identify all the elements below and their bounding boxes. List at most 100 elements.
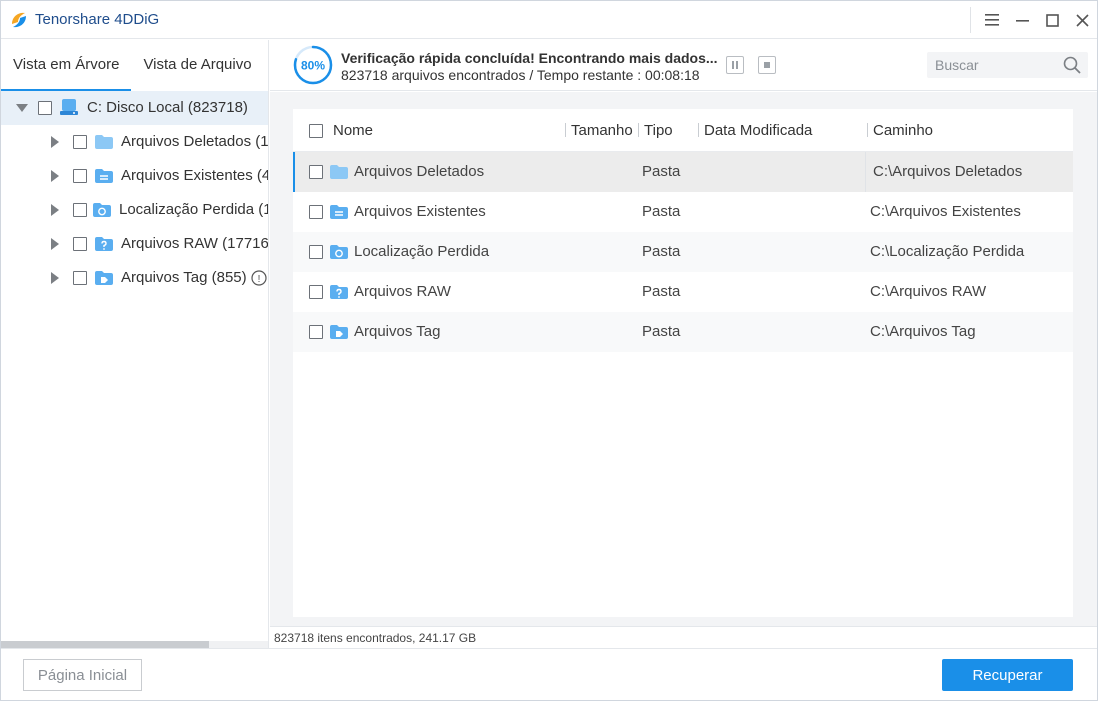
table-row[interactable]: Arquivos Deletados Pasta C:\Arquivos Del…: [293, 152, 1073, 192]
column-path[interactable]: Caminho: [873, 122, 933, 139]
row-name: Arquivos RAW: [354, 283, 451, 300]
footer-bar: Página Inicial Recuperar: [1, 648, 1097, 700]
tree-item-existing[interactable]: Arquivos Existentes (4: [1, 159, 269, 193]
folder-tag-icon: [330, 325, 348, 339]
pause-icon: [732, 61, 738, 69]
tree-root-checkbox[interactable]: [38, 101, 52, 115]
tree-item-tag[interactable]: Arquivos Tag (855) !: [1, 261, 268, 295]
column-divider[interactable]: [698, 123, 699, 137]
recover-button[interactable]: Recuperar: [942, 659, 1073, 691]
folder-lost-icon: [93, 203, 111, 217]
home-page-button[interactable]: Página Inicial: [23, 659, 142, 691]
minimize-icon[interactable]: [1007, 5, 1037, 35]
row-checkbox[interactable]: [309, 285, 323, 299]
expand-arrow-icon[interactable]: [51, 136, 59, 148]
tree-item-checkbox[interactable]: [73, 271, 87, 285]
info-warning-icon[interactable]: !: [251, 270, 267, 286]
drive-icon: [60, 99, 78, 115]
search-input[interactable]: [935, 56, 1055, 74]
table-row[interactable]: Arquivos RAW Pasta C:\Arquivos RAW: [293, 272, 1073, 312]
row-checkbox[interactable]: [309, 245, 323, 259]
tree-item-label: Arquivos Deletados (1: [121, 133, 269, 150]
row-type: Pasta: [642, 243, 681, 260]
table-row[interactable]: Arquivos Existentes Pasta C:\Arquivos Ex…: [293, 192, 1073, 232]
row-path: C:\Arquivos RAW: [870, 283, 987, 300]
expand-arrow-icon[interactable]: [51, 204, 59, 216]
items-found-text: 823718 itens encontrados, 241.17 GB: [274, 631, 477, 645]
row-path: C:\Arquivos Tag: [870, 323, 976, 340]
row-path-cell: C:\Arquivos Existentes: [863, 192, 1073, 232]
row-checkbox[interactable]: [309, 165, 323, 179]
tree-item-label: Arquivos Existentes (4: [121, 167, 269, 184]
folder-existing-icon: [95, 169, 113, 183]
row-type: Pasta: [642, 323, 681, 340]
column-modified[interactable]: Data Modificada: [704, 122, 812, 139]
files-found-count: 823718 arquivos encontrados /: [341, 67, 534, 83]
row-checkbox[interactable]: [309, 325, 323, 339]
expand-arrow-icon[interactable]: [51, 238, 59, 250]
table-row[interactable]: Arquivos Tag Pasta C:\Arquivos Tag: [293, 312, 1073, 352]
app-title: Tenorshare 4DDiG: [35, 11, 160, 28]
table-row[interactable]: Localização Perdida Pasta C:\Localização…: [293, 232, 1073, 272]
column-size[interactable]: Tamanho: [571, 122, 633, 139]
row-type: Pasta: [642, 163, 681, 180]
row-path-cell: C:\Arquivos Deletados: [865, 152, 1075, 192]
tree-item-checkbox[interactable]: [73, 203, 87, 217]
row-path: C:\Arquivos Deletados: [873, 163, 1023, 180]
tag-warning-badge: !: [258, 274, 261, 285]
horizontal-scrollbar[interactable]: [1, 641, 268, 648]
tree-item-checkbox[interactable]: [73, 135, 87, 149]
title-bar: Tenorshare 4DDiG: [1, 1, 1097, 39]
tree-item-checkbox[interactable]: [73, 169, 87, 183]
scan-status-subtitle: 823718 arquivos encontrados / Tempo rest…: [341, 67, 700, 83]
window-controls: [970, 1, 1097, 39]
tab-tree-view[interactable]: Vista em Árvore: [1, 40, 132, 91]
search-icon[interactable]: [1062, 55, 1082, 75]
table-header: Nome Tamanho Tipo Data Modificada Caminh…: [293, 109, 1073, 152]
column-divider[interactable]: [565, 123, 566, 137]
folder-tag-icon: [95, 271, 113, 285]
close-icon[interactable]: [1067, 5, 1097, 35]
column-type[interactable]: Tipo: [644, 122, 673, 139]
items-found-bar: 823718 itens encontrados, 241.17 GB: [270, 626, 1097, 648]
row-name: Localização Perdida: [354, 243, 490, 260]
hamburger-menu-icon[interactable]: [977, 5, 1007, 35]
row-checkbox[interactable]: [309, 205, 323, 219]
tree-item-label: Arquivos Tag (855): [121, 269, 247, 286]
expand-arrow-icon[interactable]: [51, 170, 59, 182]
maximize-icon[interactable]: [1037, 5, 1067, 35]
tree-root-item[interactable]: C: Disco Local (823718): [1, 91, 268, 125]
tree-item-raw[interactable]: Arquivos RAW (17716: [1, 227, 268, 261]
expand-arrow-icon[interactable]: [51, 272, 59, 284]
row-path-cell: C:\Localização Perdida: [863, 232, 1073, 272]
folder-raw-icon: [330, 285, 348, 299]
column-name[interactable]: Nome: [333, 122, 373, 139]
row-name: Arquivos Deletados: [354, 163, 485, 180]
tree-item-lost[interactable]: Localização Perdida (1: [1, 193, 269, 227]
pause-button[interactable]: [726, 56, 744, 74]
folder-icon: [95, 135, 113, 149]
column-divider[interactable]: [638, 123, 639, 137]
tree-item-label: Localização Perdida (1: [119, 201, 269, 218]
stop-icon: [764, 62, 770, 68]
scrollbar-thumb[interactable]: [1, 641, 209, 648]
tab-file-view[interactable]: Vista de Arquivo: [131, 40, 263, 91]
row-path-cell: C:\Arquivos Tag: [863, 312, 1073, 352]
collapse-arrow-icon[interactable]: [16, 104, 28, 112]
row-path-cell: C:\Arquivos RAW: [863, 272, 1073, 312]
progress-percent-label: 80%: [301, 59, 325, 73]
window-controls-divider: [970, 7, 971, 33]
tree-root-label: C: Disco Local (823718): [87, 99, 248, 116]
stop-button[interactable]: [758, 56, 776, 74]
folder-icon: [330, 165, 348, 179]
tree-item-checkbox[interactable]: [73, 237, 87, 251]
tree-item-deleted[interactable]: Arquivos Deletados (1: [1, 125, 269, 159]
time-remaining: Tempo restante : 00:08:18: [536, 67, 700, 83]
scan-status-title: Verificação rápida concluída! Encontrand…: [341, 50, 718, 66]
scan-status-bar: 80% Verificação rápida concluída! Encont…: [270, 40, 1097, 91]
progress-ring: 80%: [293, 45, 333, 85]
search-box: [927, 52, 1088, 78]
select-all-checkbox[interactable]: [309, 124, 323, 138]
column-divider[interactable]: [867, 123, 868, 137]
view-tabs: Vista em Árvore Vista de Arquivo: [1, 40, 268, 91]
